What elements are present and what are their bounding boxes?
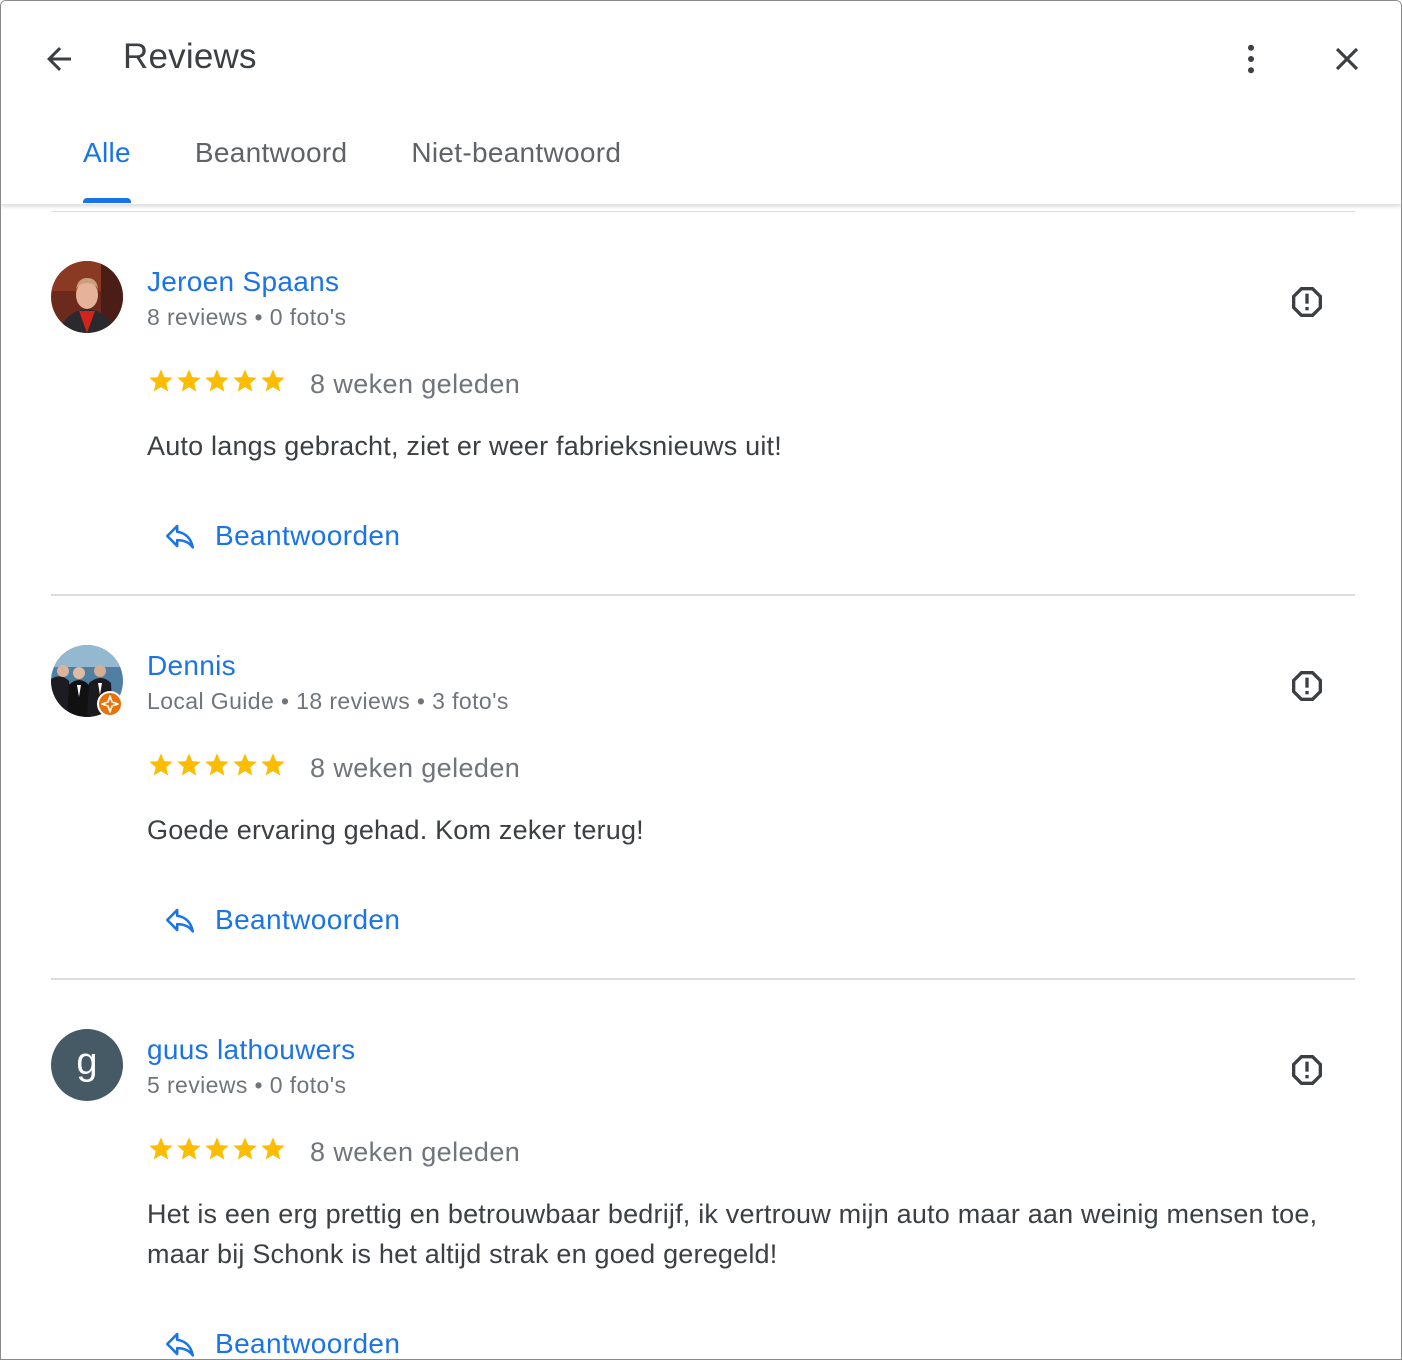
reviewer-stats: Local Guide • 18 reviews • 3 foto's bbox=[147, 688, 509, 714]
star-icon bbox=[261, 753, 285, 776]
local-guide-badge-icon bbox=[97, 691, 123, 717]
active-tab-indicator bbox=[83, 198, 131, 203]
reply-button[interactable]: Beantwoorden bbox=[163, 1324, 401, 1359]
tab-alle[interactable]: Alle bbox=[51, 123, 163, 203]
reviews-list: Jeroen Spaans 8 reviews • 0 foto's 8 wek… bbox=[1, 212, 1401, 1359]
review-text: Auto langs gebracht, ziet er weer fabrie… bbox=[147, 431, 782, 461]
star-icon bbox=[205, 369, 229, 392]
arrow-back-icon bbox=[47, 47, 71, 71]
close-icon bbox=[1335, 47, 1359, 71]
report-review-button[interactable] bbox=[1283, 278, 1331, 326]
review-item: Jeroen Spaans 8 reviews • 0 foto's 8 wek… bbox=[1, 212, 1401, 596]
close-button[interactable] bbox=[1323, 35, 1371, 83]
report-review-button[interactable] bbox=[1283, 662, 1331, 710]
report-review-button[interactable] bbox=[1283, 1046, 1331, 1094]
star-icon bbox=[205, 1137, 229, 1160]
star-icon bbox=[233, 753, 257, 776]
reviewer-stats: 5 reviews • 0 foto's bbox=[147, 1072, 347, 1098]
tab-label: Beantwoord bbox=[194, 137, 348, 168]
tab-label: Alle bbox=[83, 137, 131, 168]
star-icon bbox=[149, 369, 173, 392]
review-date: 8 weken geleden bbox=[310, 753, 521, 783]
review-text: Het is een erg prettig en betrouwbaar be… bbox=[147, 1199, 1318, 1269]
star-icon bbox=[177, 753, 201, 776]
tab-niet-beantwoord[interactable]: Niet-beantwoord bbox=[379, 123, 653, 203]
reply-label: Beantwoorden bbox=[215, 1328, 401, 1359]
reviewer-name[interactable]: Jeroen Spaans bbox=[147, 266, 339, 298]
reviews-dialog: Reviews Alle Beantwoord Niet-beantwoord bbox=[0, 0, 1402, 1360]
reply-label: Beantwoorden bbox=[215, 520, 401, 551]
reply-icon bbox=[165, 908, 195, 933]
avatar[interactable] bbox=[51, 645, 123, 717]
back-button[interactable] bbox=[35, 35, 83, 83]
reply-icon bbox=[165, 1332, 195, 1357]
star-rating bbox=[147, 751, 287, 779]
reply-icon bbox=[165, 524, 195, 549]
star-icon bbox=[149, 753, 173, 776]
star-icon bbox=[177, 1137, 201, 1160]
reviewer-stats: 8 reviews • 0 foto's bbox=[147, 304, 347, 330]
reply-label: Beantwoorden bbox=[215, 904, 401, 935]
more-options-button[interactable] bbox=[1227, 35, 1275, 83]
star-rating bbox=[147, 1135, 287, 1163]
star-icon bbox=[233, 369, 257, 392]
reply-button[interactable]: Beantwoorden bbox=[163, 900, 400, 940]
review-item: g guus lathouwers 5 reviews • 0 foto's 8… bbox=[1, 980, 1401, 1359]
review-date: 8 weken geleden bbox=[310, 1137, 521, 1167]
avatar-letter: g bbox=[51, 1029, 123, 1101]
report-icon bbox=[1292, 287, 1322, 317]
tab-label: Niet-beantwoord bbox=[411, 137, 622, 168]
dialog-header: Reviews Alle Beantwoord Niet-beantwoord bbox=[1, 1, 1401, 204]
avatar[interactable] bbox=[51, 261, 123, 333]
avatar-photo bbox=[51, 261, 123, 333]
tab-beantwoord[interactable]: Beantwoord bbox=[163, 123, 379, 203]
filter-tabs: Alle Beantwoord Niet-beantwoord bbox=[51, 123, 653, 204]
star-rating bbox=[147, 367, 287, 395]
review-item: Dennis Local Guide • 18 reviews • 3 foto… bbox=[1, 596, 1401, 980]
star-icon bbox=[177, 369, 201, 392]
star-icon bbox=[261, 369, 285, 392]
page-title: Reviews bbox=[123, 37, 257, 76]
star-icon bbox=[205, 753, 229, 776]
star-icon bbox=[261, 1137, 285, 1160]
star-icon bbox=[149, 1137, 173, 1160]
review-date: 8 weken geleden bbox=[310, 369, 521, 399]
star-icon bbox=[233, 1137, 257, 1160]
reviewer-name[interactable]: guus lathouwers bbox=[147, 1034, 355, 1066]
avatar[interactable]: g bbox=[51, 1029, 123, 1101]
reviewer-name[interactable]: Dennis bbox=[147, 650, 236, 682]
reply-button[interactable]: Beantwoorden bbox=[163, 516, 400, 556]
more-vert-icon bbox=[1248, 44, 1254, 74]
report-icon bbox=[1292, 671, 1322, 701]
review-text: Goede ervaring gehad. Kom zeker terug! bbox=[147, 815, 644, 845]
report-icon bbox=[1292, 1055, 1322, 1085]
